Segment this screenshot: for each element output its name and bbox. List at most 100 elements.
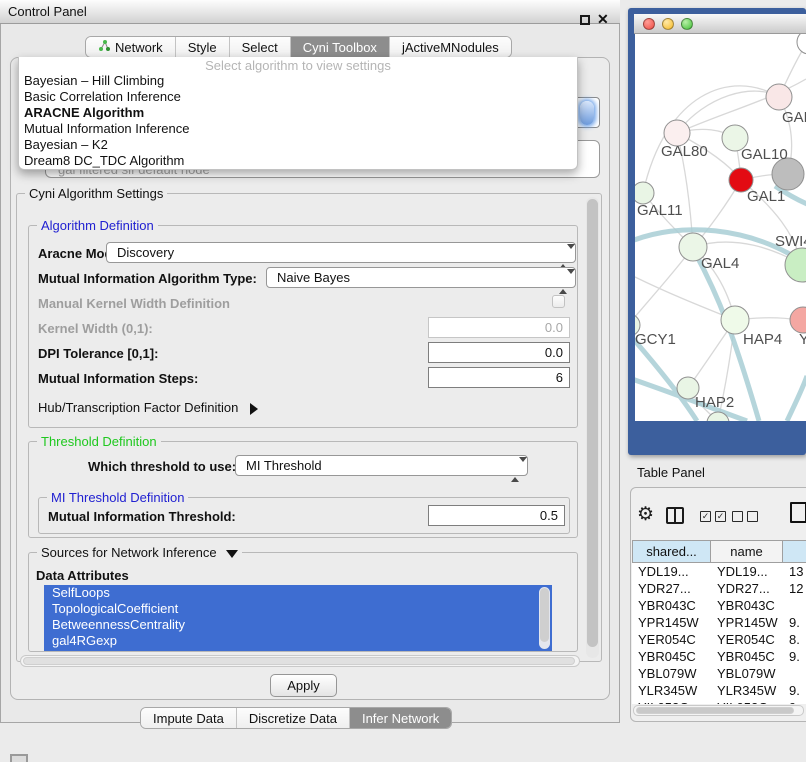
which-threshold-combo[interactable]: MI Threshold xyxy=(235,455,528,476)
expand-right-icon xyxy=(250,403,258,415)
checkbox-checked-icon[interactable]: ✓ xyxy=(715,511,726,522)
manual-kernel-width-checkbox[interactable] xyxy=(552,295,565,308)
cell: 8. xyxy=(783,631,806,648)
algorithm-dropdown-list: Select algorithm to view settings Bayesi… xyxy=(18,57,578,170)
hub-definition-toggle[interactable]: Hub/Transcription Factor Definition xyxy=(38,400,258,415)
apply-button[interactable]: Apply xyxy=(270,674,337,697)
tab-infer-network[interactable]: Infer Network xyxy=(349,708,451,728)
node-hap4[interactable] xyxy=(721,306,749,334)
columns-icon[interactable] xyxy=(666,507,684,524)
node-label: GCY1 xyxy=(635,331,676,348)
node[interactable] xyxy=(766,84,792,110)
attributes-scrollbar-thumb[interactable] xyxy=(540,588,549,642)
mac-minimize-button[interactable] xyxy=(662,18,674,30)
dpi-tolerance-field[interactable]: 0.0 xyxy=(428,342,570,363)
aracne-mode-combo[interactable]: Discovery xyxy=(106,242,576,263)
tab-network[interactable]: Network xyxy=(86,37,175,57)
table-hscrollbar-thumb[interactable] xyxy=(636,707,794,714)
cell: YDL19... xyxy=(711,563,783,580)
combo-stepper-focused[interactable] xyxy=(580,101,594,125)
float-window-icon[interactable] xyxy=(580,15,590,25)
settings-scrollbar[interactable] xyxy=(586,197,599,658)
network-nodes xyxy=(635,34,806,421)
kernel-width-field[interactable]: 0.0 xyxy=(428,317,570,338)
mi-threshold-field[interactable]: 0.5 xyxy=(428,505,565,526)
mi-steps-field[interactable]: 6 xyxy=(428,367,570,388)
network-tab-icon xyxy=(98,37,111,58)
attributes-scrollbar[interactable] xyxy=(539,587,550,649)
table-row[interactable]: YBL079W YBL079W xyxy=(632,665,806,682)
mac-zoom-button[interactable] xyxy=(681,18,693,30)
table-row[interactable]: YBR043C YBR043C xyxy=(632,597,806,614)
node-label: GAL11 xyxy=(637,202,683,219)
dropdown-item[interactable]: Dream8 DC_TDC Algorithm xyxy=(19,153,577,169)
table-row[interactable]: YDR27... YDR27... 12 xyxy=(632,580,806,597)
sources-title-toggle[interactable]: Sources for Network Inference xyxy=(37,545,242,560)
mac-close-button[interactable] xyxy=(643,18,655,30)
collapse-down-icon xyxy=(226,550,238,558)
close-icon[interactable]: ✕ xyxy=(597,11,609,28)
table-row[interactable]: YLR345W YLR345W 9. xyxy=(632,682,806,699)
node-label: GAL10 xyxy=(741,146,788,163)
cell: YBR045C xyxy=(632,648,711,665)
collapsed-panel-icon[interactable] xyxy=(10,754,28,762)
stepper-arrows-icon xyxy=(559,247,568,266)
gear-icon[interactable]: ⚙ xyxy=(637,504,654,526)
node-gal11[interactable] xyxy=(635,182,654,204)
settings-hscrollbar[interactable] xyxy=(20,655,580,667)
dropdown-item[interactable]: Bayesian – K2 xyxy=(19,137,577,153)
table-hscrollbar[interactable] xyxy=(633,705,804,716)
column-header-shared-name[interactable]: shared... xyxy=(632,540,711,563)
attribute-item[interactable]: gal4RGexp xyxy=(44,633,552,649)
column-header-partial[interactable]: A xyxy=(783,540,806,563)
tab-impute-data[interactable]: Impute Data xyxy=(141,708,236,728)
sources-title: Sources for Network Inference xyxy=(41,545,217,560)
settings-scrollbar-thumb[interactable] xyxy=(587,199,598,647)
dropdown-item[interactable]: Basic Correlation Inference xyxy=(19,89,577,105)
tab-discretize-data[interactable]: Discretize Data xyxy=(236,708,349,728)
checkbox-unchecked-icon[interactable] xyxy=(747,511,758,522)
screen: Control Panel ✕ Network Style Select xyxy=(0,0,806,762)
attribute-item[interactable]: SelfLoops xyxy=(44,585,552,601)
network-canvas[interactable]: GAL GAL80 GAL10 GAL1 GAL11 SWI4 GAL4 GCY… xyxy=(635,34,806,421)
checkbox-unchecked-icon[interactable] xyxy=(732,511,743,522)
node[interactable] xyxy=(790,307,806,333)
column-header-name[interactable]: name xyxy=(711,540,783,563)
node-label: HAP4 xyxy=(743,331,782,348)
network-node-labels: GAL GAL80 GAL10 GAL1 GAL11 SWI4 GAL4 GCY… xyxy=(635,109,806,411)
tab-label: Style xyxy=(188,37,217,58)
control-panel-tabbar: Network Style Select Cyni Toolbox jActiv… xyxy=(85,36,512,58)
tab-label: Cyni Toolbox xyxy=(303,37,377,58)
manual-kernel-width-label: Manual Kernel Width Definition xyxy=(38,296,230,311)
attribute-item[interactable]: TopologicalCoefficient xyxy=(44,601,552,617)
cell: YDR27... xyxy=(711,580,783,597)
table-row[interactable]: YER054C YER054C 8. xyxy=(632,631,806,648)
mi-algorithm-type-combo[interactable]: Naive Bayes xyxy=(266,267,576,288)
tab-jactivemnodules[interactable]: jActiveMNodules xyxy=(389,37,511,57)
table-row[interactable]: YPR145W YPR145W 9. xyxy=(632,614,806,631)
document-icon[interactable] xyxy=(790,502,806,523)
tab-label: Select xyxy=(242,37,278,58)
dropdown-item[interactable]: Mutual Information Inference xyxy=(19,121,577,137)
attribute-item[interactable]: BetweennessCentrality xyxy=(44,617,552,633)
table-row[interactable]: YIL052C YIL052C 9 xyxy=(632,699,806,704)
table-row[interactable]: YBR045C YBR045C 9. xyxy=(632,648,806,665)
group-title: Threshold Definition xyxy=(37,434,161,449)
tab-select[interactable]: Select xyxy=(229,37,290,57)
node-label: GAL1 xyxy=(747,188,785,205)
cell: YDL19... xyxy=(632,563,711,580)
cell: 12 xyxy=(783,580,806,597)
table-row[interactable]: YDL19... YDL19... 13 xyxy=(632,563,806,580)
dropdown-item[interactable]: Bayesian – Hill Climbing xyxy=(19,73,577,89)
node[interactable] xyxy=(797,34,806,54)
checkbox-checked-icon[interactable]: ✓ xyxy=(700,511,711,522)
node-label: GAL4 xyxy=(701,255,739,272)
tab-style[interactable]: Style xyxy=(175,37,229,57)
aracne-mode-value: Discovery xyxy=(117,245,174,260)
dropdown-item-aracne[interactable]: ARACNE Algorithm xyxy=(19,105,577,121)
cell: 9. xyxy=(783,648,806,665)
mi-algorithm-type-label: Mutual Information Algorithm Type: xyxy=(38,271,257,286)
tab-cyni-toolbox[interactable]: Cyni Toolbox xyxy=(290,37,389,57)
settings-hscrollbar-thumb[interactable] xyxy=(23,657,575,665)
tab-label: Network xyxy=(115,37,163,58)
